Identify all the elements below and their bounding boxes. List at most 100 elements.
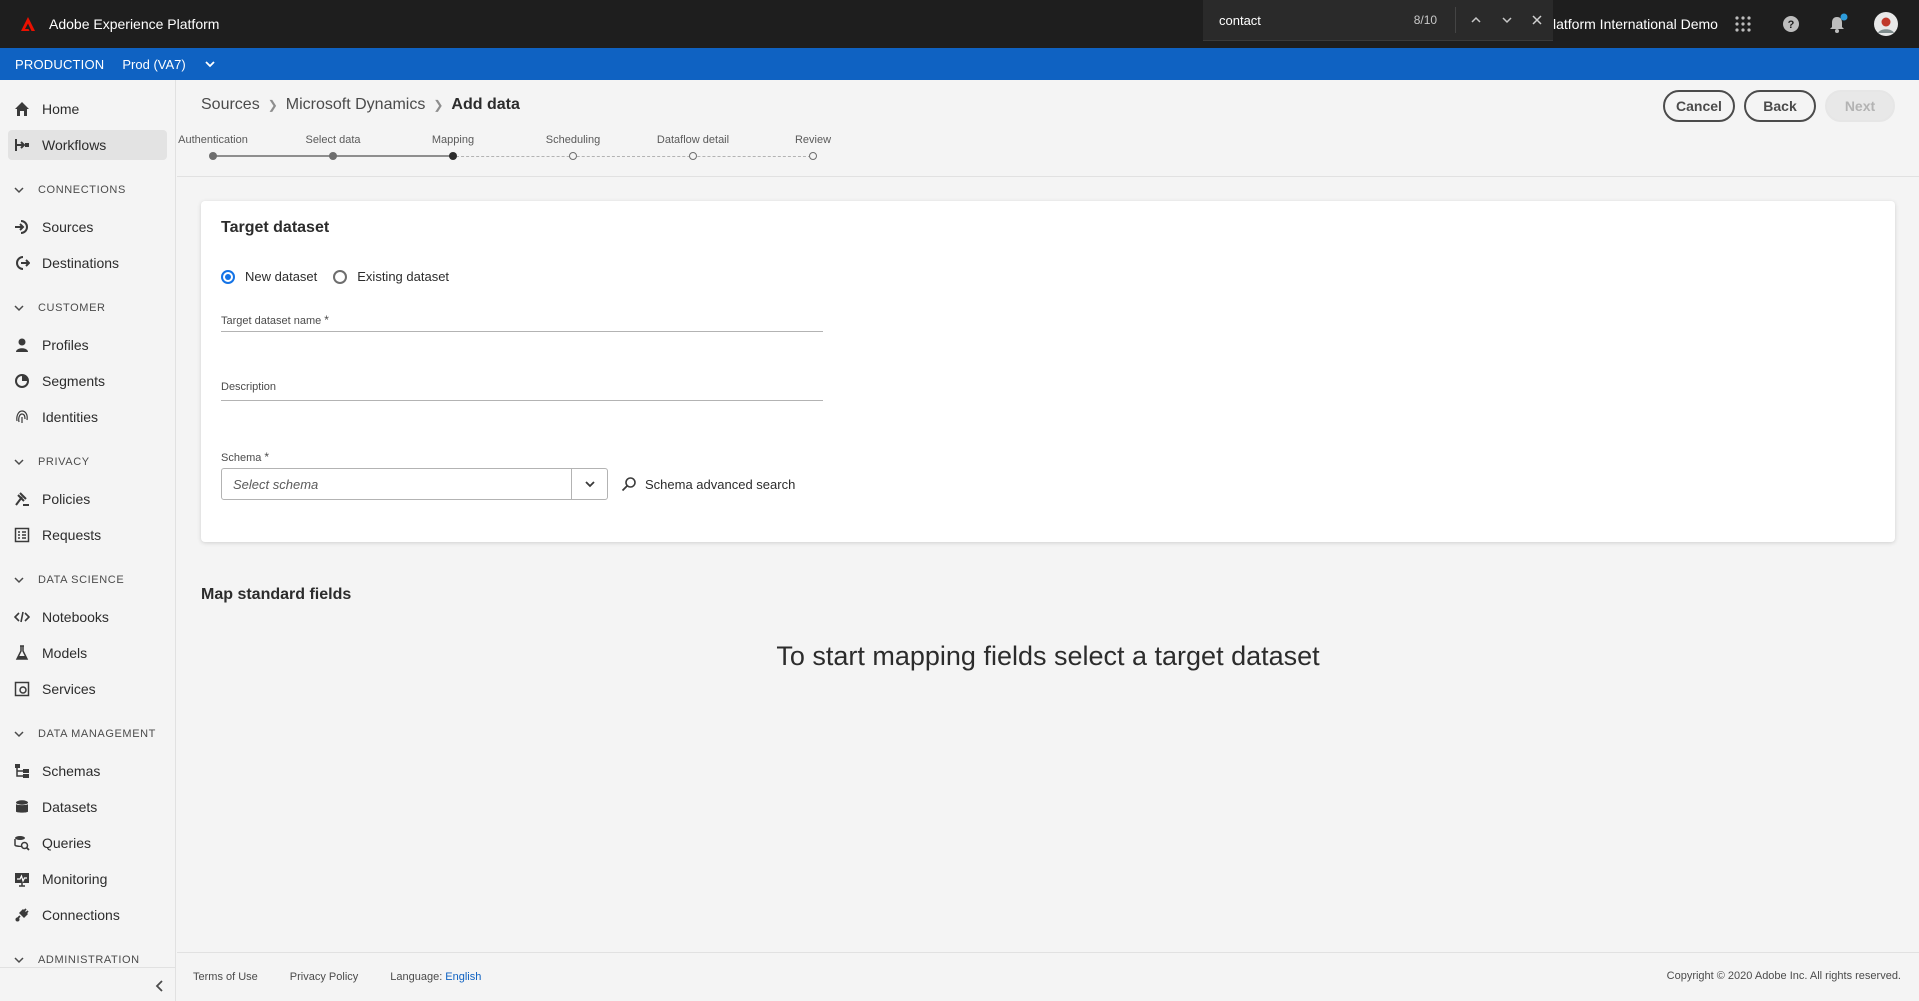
checklist-icon: [12, 525, 32, 545]
terms-of-use-link[interactable]: Terms of Use: [193, 971, 258, 983]
schema-icon: [12, 761, 32, 781]
privacy-policy-link[interactable]: Privacy Policy: [290, 971, 358, 983]
chevron-down-icon[interactable]: [204, 58, 216, 70]
nav-label: Workflows: [42, 137, 107, 153]
step-connector: [213, 155, 331, 157]
header-divider: [177, 176, 1919, 177]
chevron-right-icon: ❯: [267, 98, 278, 112]
chevron-down-icon: [14, 303, 28, 313]
adobe-logo-icon[interactable]: [19, 15, 37, 33]
step-label: Authentication: [178, 134, 248, 146]
nav-item-notebooks[interactable]: Notebooks: [8, 602, 167, 632]
nav-item-workflows[interactable]: Workflows: [8, 130, 167, 160]
chevron-down-icon: [584, 481, 595, 488]
sandbox-switcher[interactable]: Prod (VA7): [122, 57, 185, 72]
left-nav: Home Workflows CONNECTIONS Sources Desti…: [0, 80, 176, 1001]
new-dataset-radio[interactable]: [221, 269, 235, 284]
nav-item-monitoring[interactable]: Monitoring: [8, 864, 167, 894]
app-title[interactable]: Adobe Experience Platform: [49, 16, 219, 32]
new-dataset-label[interactable]: New dataset: [245, 269, 317, 284]
next-button[interactable]: Next: [1825, 90, 1895, 122]
breadcrumb: Sources ❯ Microsoft Dynamics ❯ Add data: [201, 96, 520, 114]
nav-item-identities[interactable]: Identities: [8, 402, 167, 432]
nav-section-data-science[interactable]: DATA SCIENCE: [14, 570, 124, 590]
destinations-icon: [12, 253, 32, 273]
org-switcher[interactable]: latform International Demo: [1553, 16, 1718, 32]
nav-item-datasets[interactable]: Datasets: [8, 792, 167, 822]
user-avatar[interactable]: [1874, 12, 1898, 36]
nav-section-privacy[interactable]: PRIVACY: [14, 452, 90, 472]
nav-item-services[interactable]: Services: [8, 674, 167, 704]
cancel-button[interactable]: Cancel: [1663, 90, 1735, 122]
sidebar-divider: [0, 967, 176, 968]
existing-dataset-label[interactable]: Existing dataset: [357, 269, 449, 284]
mapping-empty-state: To start mapping fields select a target …: [776, 641, 1320, 671]
nav-label: Services: [42, 681, 96, 697]
collapse-nav-button[interactable]: [152, 978, 168, 994]
nav-section-data-management[interactable]: DATA MANAGEMENT: [14, 724, 156, 744]
nav-label: Datasets: [42, 799, 98, 815]
environment-label: PRODUCTION: [15, 56, 105, 72]
step-dot-done: [329, 152, 337, 160]
existing-dataset-radio[interactable]: [333, 269, 348, 284]
app-switcher-icon[interactable]: [1731, 12, 1755, 36]
gavel-icon: [12, 489, 32, 509]
language-link[interactable]: English: [445, 971, 481, 983]
nav-item-policies[interactable]: Policies: [8, 484, 167, 514]
breadcrumb-connector[interactable]: Microsoft Dynamics: [286, 96, 426, 114]
nav-item-queries[interactable]: Queries: [8, 828, 167, 858]
nav-section-connections[interactable]: CONNECTIONS: [14, 180, 126, 200]
monitoring-icon: [12, 869, 32, 889]
step-dot-todo: [569, 152, 577, 160]
nav-item-profiles[interactable]: Profiles: [8, 330, 167, 360]
services-icon: [12, 679, 32, 699]
find-next-button[interactable]: [1491, 4, 1522, 36]
breadcrumb-sources[interactable]: Sources: [201, 96, 260, 114]
wizard-stepper: Authentication Select data Mapping Sched…: [178, 134, 841, 164]
segments-icon: [12, 371, 32, 391]
schema-advanced-search-button[interactable]: Schema advanced search: [621, 471, 795, 497]
step-label: Mapping: [431, 134, 475, 146]
help-icon[interactable]: ?: [1779, 12, 1803, 36]
copyright-text: Copyright © 2020 Adobe Inc. All rights r…: [1666, 970, 1901, 982]
find-previous-button[interactable]: [1460, 4, 1491, 36]
dataset-name-input[interactable]: [221, 307, 823, 331]
field-label-text: Schema: [221, 452, 262, 464]
step-connector: [451, 156, 811, 157]
nav-item-sources[interactable]: Sources: [8, 212, 167, 242]
find-input[interactable]: contact: [1219, 13, 1374, 28]
required-asterisk: *: [264, 450, 270, 464]
schema-select-placeholder[interactable]: Select schema: [222, 469, 571, 499]
workflows-icon: [12, 135, 32, 155]
nav-item-destinations[interactable]: Destinations: [8, 248, 167, 278]
step-dot-todo: [809, 152, 817, 160]
nav-section-customer[interactable]: CUSTOMER: [14, 298, 106, 318]
nav-section-label: DATA MANAGEMENT: [38, 728, 156, 740]
plug-icon: [12, 905, 32, 925]
dataset-type-radio-group: New dataset Existing dataset: [221, 269, 465, 284]
chevron-left-icon: [155, 980, 163, 992]
code-icon: [12, 607, 32, 627]
nav-item-schemas[interactable]: Schemas: [8, 756, 167, 786]
chevron-up-icon: [1470, 16, 1481, 23]
notifications-bell-icon[interactable]: [1826, 12, 1850, 36]
description-underline: [221, 400, 823, 401]
nav-item-connections[interactable]: Connections: [8, 900, 167, 930]
nav-item-segments[interactable]: Segments: [8, 366, 167, 396]
back-button[interactable]: Back: [1744, 90, 1816, 122]
nav-section-label: CUSTOMER: [38, 302, 106, 314]
description-input[interactable]: [221, 375, 823, 399]
flask-icon: [12, 643, 32, 663]
nav-item-home[interactable]: Home: [8, 94, 167, 124]
find-close-button[interactable]: [1522, 4, 1553, 36]
profile-icon: [12, 335, 32, 355]
breadcrumb-current: Add data: [451, 96, 520, 113]
nav-label: Sources: [42, 219, 94, 235]
schema-select[interactable]: Select schema: [221, 468, 608, 500]
schema-dropdown-button[interactable]: [571, 469, 607, 499]
nav-item-requests[interactable]: Requests: [8, 520, 167, 550]
step-connector: [331, 155, 451, 157]
nav-item-models[interactable]: Models: [8, 638, 167, 668]
nav-section-label: DATA SCIENCE: [38, 574, 125, 586]
main-content: Sources ❯ Microsoft Dynamics ❯ Add data …: [177, 80, 1919, 1001]
